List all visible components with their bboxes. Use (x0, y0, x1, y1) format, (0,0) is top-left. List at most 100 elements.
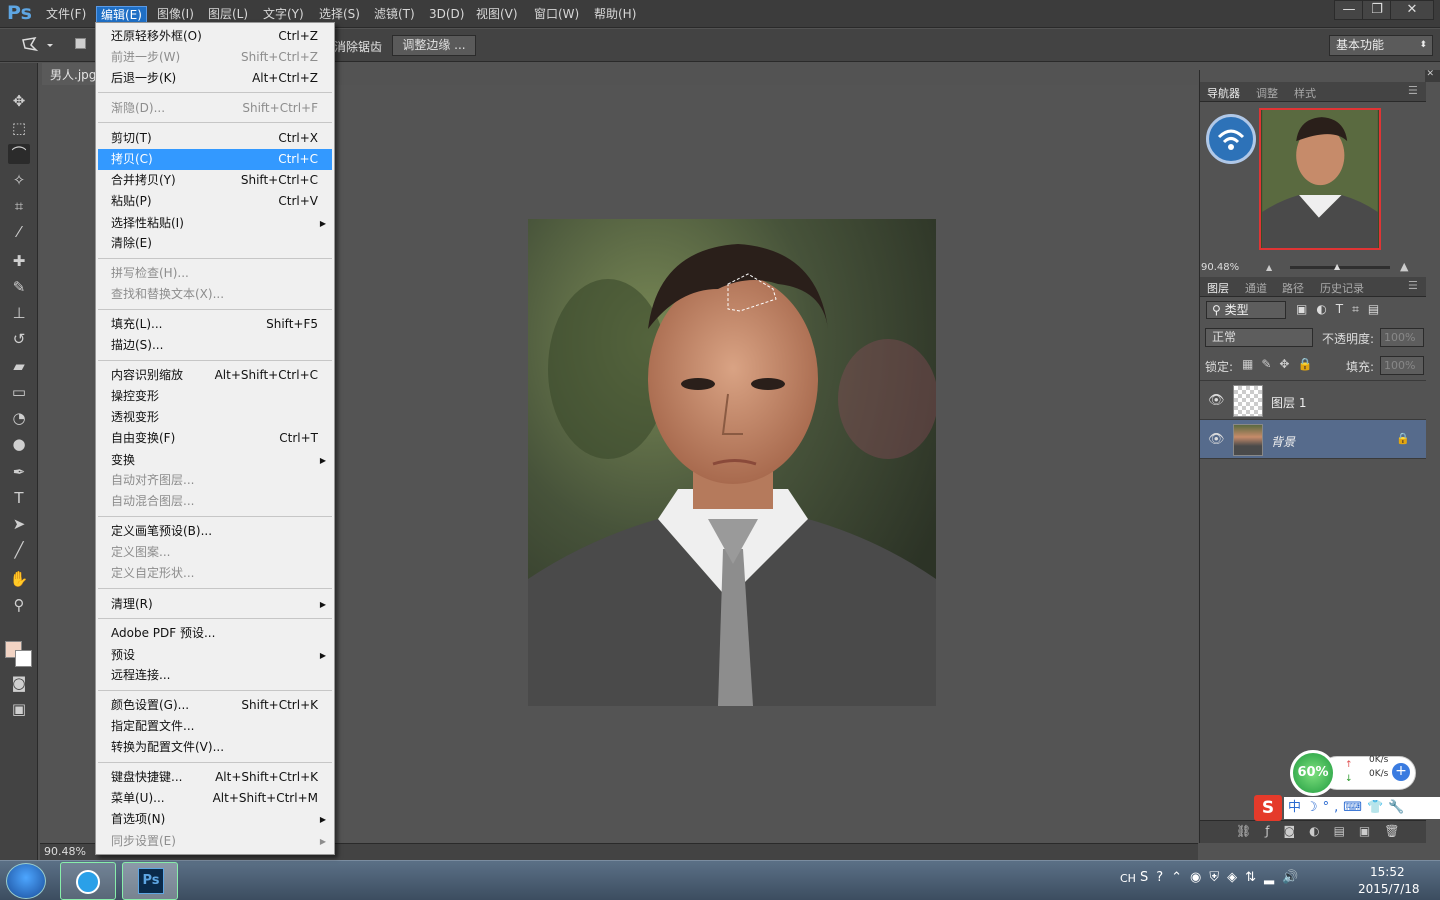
menu-item-define-shape[interactable]: 定义自定形状... (98, 563, 332, 584)
menu-item-fade[interactable]: 渐隐(D)... Shift+Ctrl+F (98, 98, 332, 119)
menu-item-copy-merged[interactable]: 合并拷贝(Y) Shift+Ctrl+C (98, 170, 332, 191)
wifi-icon[interactable] (1206, 114, 1256, 164)
selection-mode-new-icon[interactable] (75, 38, 86, 49)
antialias-label[interactable]: 消除锯齿 (334, 38, 382, 55)
fill-field[interactable]: 100% (1380, 356, 1424, 375)
menu-item-perspective-warp[interactable]: 透视变形 (98, 407, 332, 428)
clock-time[interactable]: 15:52 (1370, 865, 1405, 879)
zoom-level[interactable]: 90.48% (44, 845, 86, 858)
close-button[interactable]: ✕ (1390, 0, 1434, 20)
menu-item-auto-blend[interactable]: 自动混合图层... (98, 491, 332, 512)
menu-item-sync-settings[interactable]: 同步设置(E) ▶ (98, 831, 332, 852)
type-tool-icon[interactable]: T (8, 488, 30, 508)
hand-tool-icon[interactable]: ✋ (8, 569, 30, 589)
menu-view[interactable]: 视图(V) (472, 6, 522, 24)
blend-mode-select[interactable]: 正常 (1205, 328, 1313, 347)
gradient-tool-icon[interactable]: ▭ (8, 382, 30, 402)
opacity-field[interactable]: 100% (1380, 328, 1424, 347)
history-brush-icon[interactable]: ↺ (8, 329, 30, 349)
marquee-tool-icon[interactable]: ⬚ (8, 118, 30, 138)
layer-filter-icons[interactable]: ▣◐T⌗▤ (1296, 302, 1416, 318)
ime-toolbar[interactable]: S 中☽°,⌨👕🔧 (1254, 795, 1440, 821)
move-tool-icon[interactable]: ✥ (8, 91, 30, 111)
menu-item-pdf-presets[interactable]: Adobe PDF 预设... (98, 623, 332, 644)
layer-row[interactable]: 👁 背景 🔒 (1200, 419, 1426, 459)
menu-item-paste[interactable]: 粘贴(P) Ctrl+V (98, 191, 332, 212)
lasso-tool-icon[interactable]: ⌒ (8, 144, 30, 164)
menu-item-clear[interactable]: 清除(E) (98, 233, 332, 254)
lock-icon[interactable]: 🔒 (1396, 432, 1410, 445)
path-select-icon[interactable]: ➤ (8, 514, 30, 534)
healing-brush-icon[interactable]: ✚ (8, 251, 30, 271)
menu-item-color-settings[interactable]: 颜色设置(G)... Shift+Ctrl+K (98, 695, 332, 716)
eraser-icon[interactable]: ▰ (8, 356, 30, 376)
menu-item-remote-connections[interactable]: 远程连接... (98, 665, 332, 686)
menu-item-content-aware-scale[interactable]: 内容识别缩放 Alt+Shift+Ctrl+C (98, 365, 332, 386)
workspace-select[interactable]: 基本功能 ⬍ (1329, 35, 1433, 56)
eye-icon[interactable]: 👁 (1208, 433, 1225, 447)
menu-item-presets[interactable]: 预设 ▶ (98, 645, 332, 666)
tab-navigator[interactable]: 导航器 (1207, 85, 1240, 101)
zoom-out-icon[interactable]: ▲ (1266, 263, 1272, 272)
menu-item-convert-profile[interactable]: 转换为配置文件(V)... (98, 737, 332, 758)
add-icon[interactable]: + (1392, 763, 1410, 781)
brush-tool-icon[interactable]: ✎ (8, 277, 30, 297)
close-panels-icon[interactable]: ✕ (1426, 69, 1434, 79)
panel-menu-icon[interactable]: ☰ (1408, 84, 1418, 97)
menu-item-copy[interactable]: 拷贝(C) Ctrl+C (98, 149, 332, 170)
screen-mode-icon[interactable]: ▣ (8, 699, 30, 719)
navigator-thumbnail[interactable] (1259, 108, 1381, 250)
system-tray-icons[interactable]: S?⌃◉⛨◈⇅▂🔊 (1140, 870, 1306, 885)
menu-item-define-brush[interactable]: 定义画笔预设(B)... (98, 521, 332, 542)
pen-tool-icon[interactable]: ✒ (8, 462, 30, 482)
menu-item-find-replace[interactable]: 查找和替换文本(X)... (98, 284, 332, 305)
tab-paths[interactable]: 路径 (1282, 280, 1304, 296)
line-tool-icon[interactable]: ╱ (8, 540, 30, 560)
menu-item-purge[interactable]: 清理(R) ▶ (98, 594, 332, 615)
background-color-swatch[interactable] (15, 650, 32, 667)
sogou-logo-icon[interactable]: S (1254, 795, 1282, 821)
taskbar-photoshop-icon[interactable]: Ps (122, 862, 178, 900)
menu-item-fill[interactable]: 填充(L)... Shift+F5 (98, 314, 332, 335)
polygonal-lasso-icon[interactable] (20, 35, 54, 55)
navigator-zoom[interactable]: 90.48% (1201, 262, 1239, 273)
stamp-tool-icon[interactable]: ⊥ (8, 303, 30, 323)
tab-history[interactable]: 历史记录 (1320, 280, 1364, 296)
layer-name[interactable]: 图层 1 (1271, 394, 1306, 411)
menu-item-cut[interactable]: 剪切(T) Ctrl+X (98, 128, 332, 149)
menu-item-spell-check[interactable]: 拼写检查(H)... (98, 263, 332, 284)
menu-3d[interactable]: 3D(D) (425, 6, 468, 24)
menu-item-define-pattern[interactable]: 定义图案... (98, 542, 332, 563)
menu-window[interactable]: 窗口(W) (530, 6, 583, 24)
taskbar-browser-icon[interactable] (60, 862, 116, 900)
menu-filter[interactable]: 滤镜(T) (370, 6, 419, 24)
crop-tool-icon[interactable]: ⌗ (8, 196, 30, 216)
menu-item-assign-profile[interactable]: 指定配置文件... (98, 716, 332, 737)
start-button[interactable] (6, 863, 46, 899)
zoom-in-icon[interactable]: ▲ (1400, 260, 1408, 273)
eyedropper-icon[interactable]: ⁄ (8, 222, 30, 242)
restore-button[interactable]: ❐ (1362, 0, 1392, 20)
menu-item-step-backward[interactable]: 后退一步(K) Alt+Ctrl+Z (98, 68, 332, 89)
layer-row[interactable]: 👁 图层 1 (1200, 380, 1426, 420)
menu-item-paste-special[interactable]: 选择性粘贴(I) ▶ (98, 213, 332, 234)
quick-mask-icon[interactable]: ◙ (8, 673, 30, 693)
menu-item-preferences[interactable]: 首选项(N) ▶ (98, 809, 332, 830)
panel-menu-icon[interactable]: ☰ (1408, 279, 1418, 292)
menu-item-undo[interactable]: 还原轻移外框(O) Ctrl+Z (98, 26, 332, 47)
zoom-tool-icon[interactable]: ⚲ (8, 595, 30, 615)
tab-channels[interactable]: 通道 (1245, 280, 1267, 296)
minimize-button[interactable]: — (1334, 0, 1364, 20)
lock-options-icons[interactable]: ▦✎✥🔒 (1242, 357, 1320, 371)
menu-item-step-forward[interactable]: 前进一步(W) Shift+Ctrl+Z (98, 47, 332, 68)
tab-styles[interactable]: 样式 (1294, 85, 1316, 101)
menu-item-keyboard-shortcuts[interactable]: 键盘快捷键... Alt+Shift+Ctrl+K (98, 767, 332, 788)
document-tab[interactable]: 男人.jpg (42, 63, 98, 85)
eye-icon[interactable]: 👁 (1208, 394, 1225, 408)
tab-adjustments[interactable]: 调整 (1256, 85, 1278, 101)
menu-file[interactable]: 文件(F) (42, 6, 90, 24)
menu-help[interactable]: 帮助(H) (590, 6, 640, 24)
menu-item-stroke[interactable]: 描边(S)... (98, 335, 332, 356)
menu-item-menus[interactable]: 菜单(U)... Alt+Shift+Ctrl+M (98, 788, 332, 809)
magic-wand-icon[interactable]: ✧ (8, 170, 30, 190)
